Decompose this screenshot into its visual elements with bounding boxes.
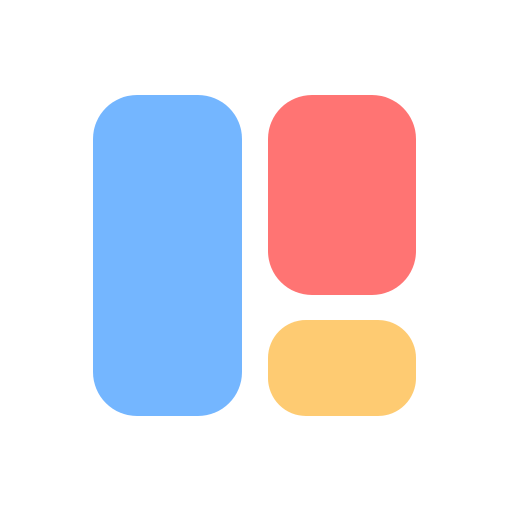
- bottom-right-panel-tile: [268, 320, 416, 416]
- left-panel-tile: [93, 95, 242, 416]
- app-icon-canvas: [0, 0, 512, 512]
- top-right-panel-tile: [268, 95, 416, 295]
